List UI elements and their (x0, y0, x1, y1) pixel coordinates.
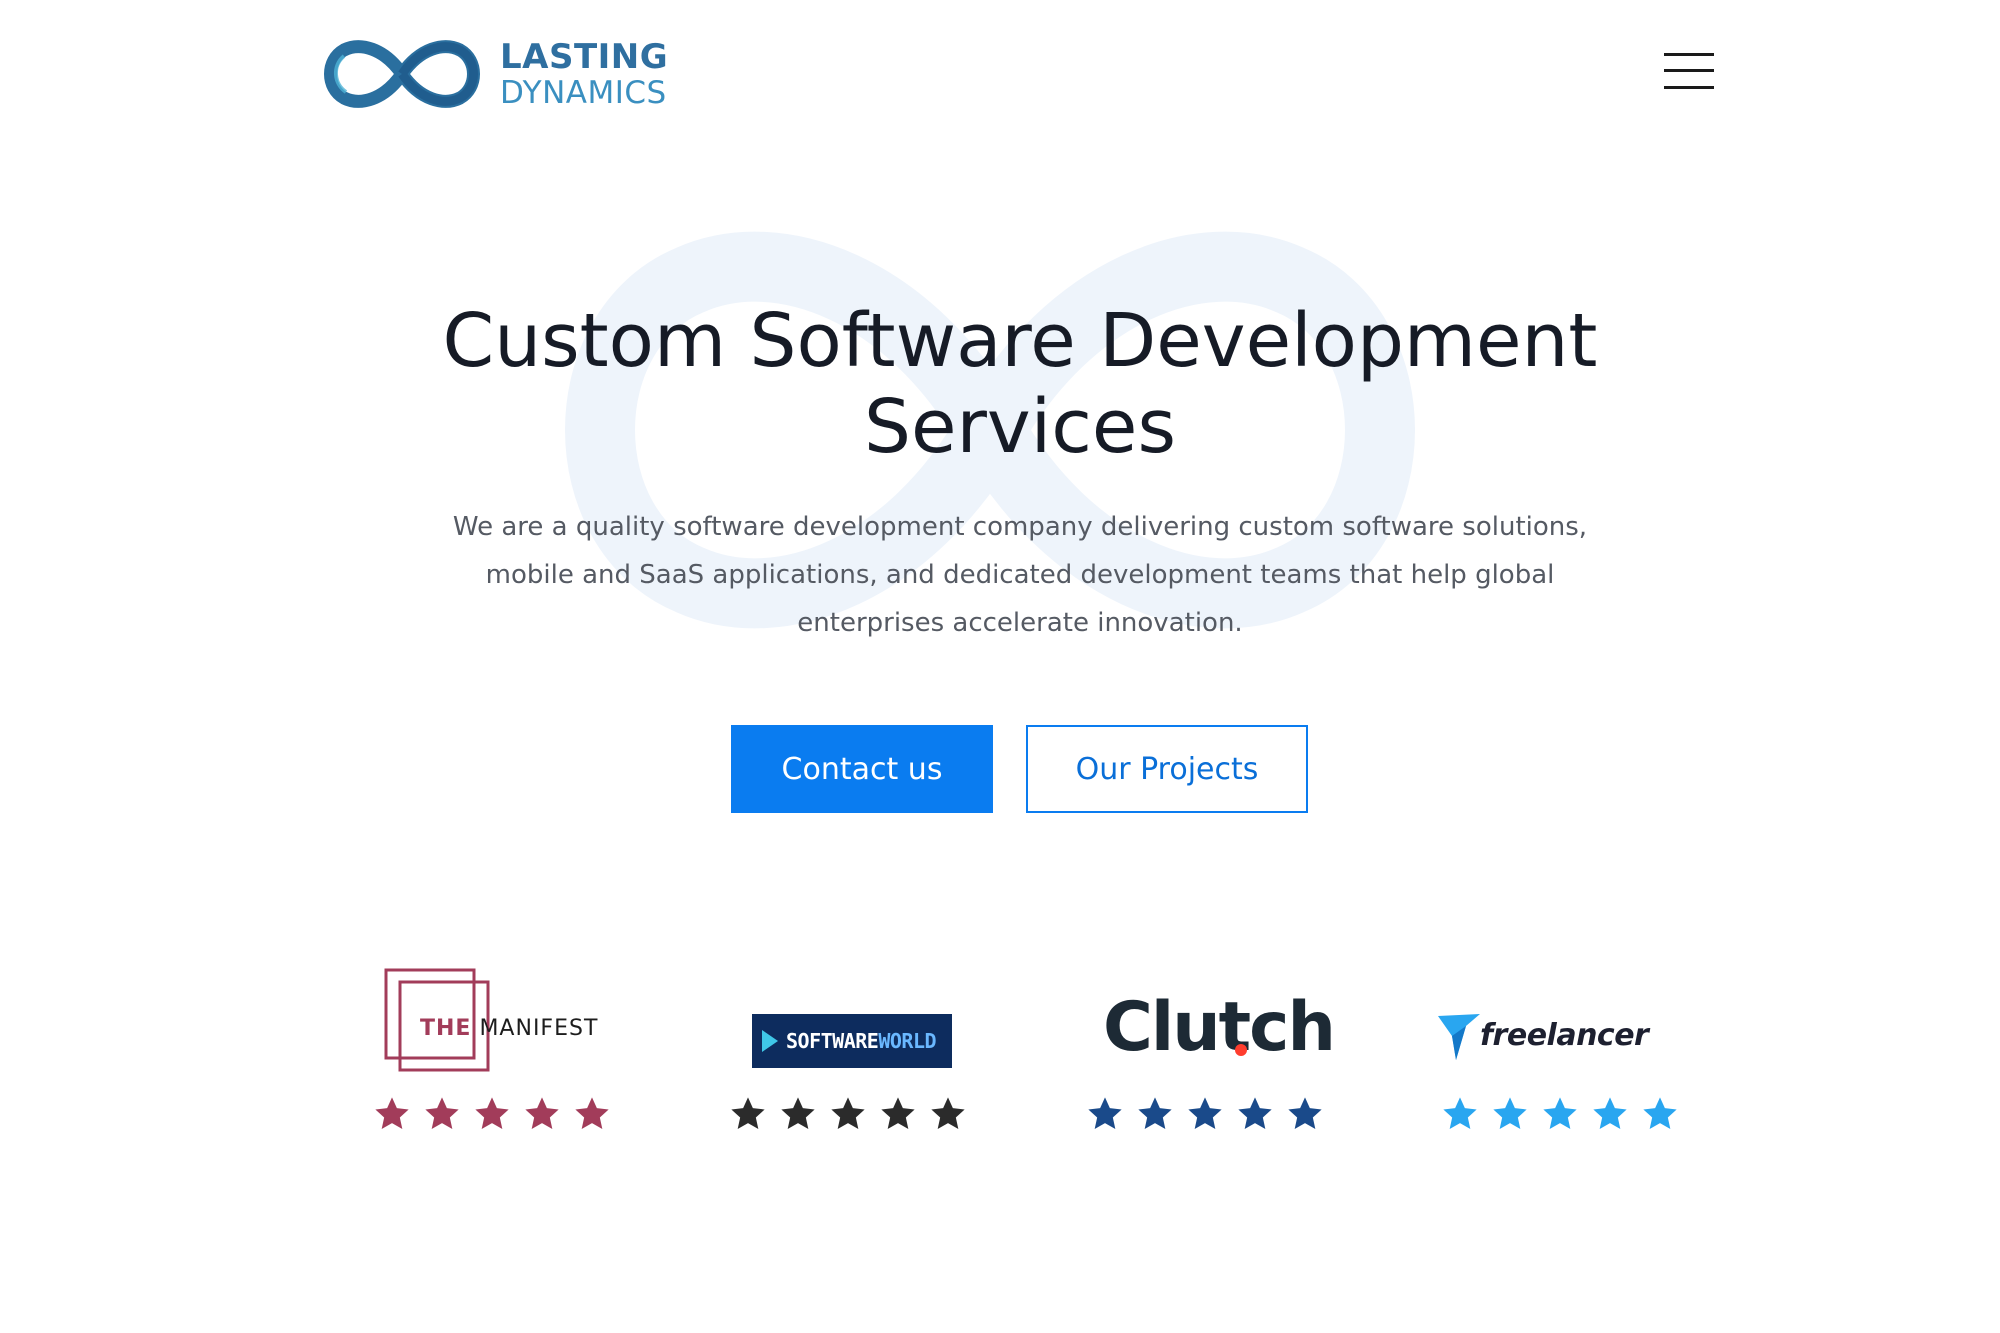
softwareworld-badge: SOFTWAREWORLD (752, 1014, 952, 1068)
logo-wordmark: LASTING DYNAMICS (500, 40, 668, 109)
star-icon (931, 1097, 965, 1129)
star-icon (1288, 1097, 1322, 1129)
star-icon (831, 1097, 865, 1129)
star-rating (1075, 1095, 1335, 1133)
subtitle-line-2: mobile and SaaS applications, and dedica… (485, 560, 1555, 590)
softwareworld-wordmark: SOFTWAREWORLD (786, 1029, 937, 1053)
freelancer-wordmark: freelancer (1480, 1018, 1649, 1053)
title-line-1: Custom Software Development (442, 298, 1598, 384)
manifest-rest: MANIFEST (479, 1016, 599, 1041)
star-rating (1430, 1095, 1690, 1133)
subtitle-line-3: enterprises accelerate innovation. (797, 608, 1243, 638)
clutch-dot-icon (1235, 1044, 1247, 1056)
star-icon (1443, 1097, 1477, 1129)
infinity-logo-icon (324, 40, 480, 108)
title-line-2: Services (863, 384, 1177, 470)
star-icon (1238, 1097, 1272, 1129)
manifest-logo-icon: THE MANIFEST (362, 960, 622, 1080)
freelancer-bird-icon (1438, 1014, 1480, 1060)
review-manifest[interactable]: THE MANIFEST (362, 960, 622, 1140)
hamburger-line (1664, 69, 1714, 72)
star-icon (525, 1097, 559, 1129)
contact-us-button[interactable]: Contact us (731, 725, 993, 813)
hamburger-menu-icon[interactable] (1664, 50, 1714, 92)
logo-word-dynamics: DYNAMICS (500, 74, 667, 111)
star-icon (781, 1097, 815, 1129)
star-icon (1593, 1097, 1627, 1129)
star-icon (881, 1097, 915, 1129)
logo-word-lasting: LASTING (500, 36, 669, 77)
page-title: Custom Software Development Services (300, 298, 1740, 470)
star-icon (475, 1097, 509, 1129)
star-icon (575, 1097, 609, 1129)
star-icon (1543, 1097, 1577, 1129)
star-icon (731, 1097, 765, 1129)
clutch-logo-icon: Clutch (1075, 960, 1336, 1080)
star-icon (425, 1097, 459, 1129)
review-clutch[interactable]: Clutch (1075, 960, 1336, 1140)
site-logo[interactable]: LASTING DYNAMICS (320, 36, 668, 112)
star-icon (1088, 1097, 1122, 1129)
manifest-wordmark: THE MANIFEST (420, 1016, 598, 1041)
star-rating (718, 1095, 978, 1133)
review-freelancer[interactable]: freelancer (1430, 960, 1690, 1140)
our-projects-button[interactable]: Our Projects (1026, 725, 1308, 813)
hamburger-line (1664, 86, 1714, 89)
softwareworld-part2: WORLD (878, 1029, 937, 1053)
star-icon (1643, 1097, 1677, 1129)
manifest-the: THE (420, 1016, 472, 1041)
star-rating (362, 1095, 622, 1133)
review-softwareworld[interactable]: SOFTWAREWORLD (718, 960, 978, 1140)
subtitle-line-1: We are a quality software development co… (452, 512, 1588, 542)
star-icon (1188, 1097, 1222, 1129)
freelancer-logo-icon: freelancer (1430, 960, 1690, 1080)
star-icon (1493, 1097, 1527, 1129)
softwareworld-part1: SOFTWARE (786, 1029, 879, 1053)
hamburger-line (1664, 53, 1714, 56)
hero-subtitle: We are a quality software development co… (420, 503, 1620, 647)
clutch-wordmark: Clutch (1103, 988, 1336, 1067)
play-arrow-icon (762, 1030, 778, 1052)
star-icon (1138, 1097, 1172, 1129)
page: LASTING DYNAMICS Custom Software Develop… (0, 0, 2000, 1333)
star-icon (375, 1097, 409, 1129)
softwareworld-logo-icon: SOFTWAREWORLD (718, 960, 978, 1080)
